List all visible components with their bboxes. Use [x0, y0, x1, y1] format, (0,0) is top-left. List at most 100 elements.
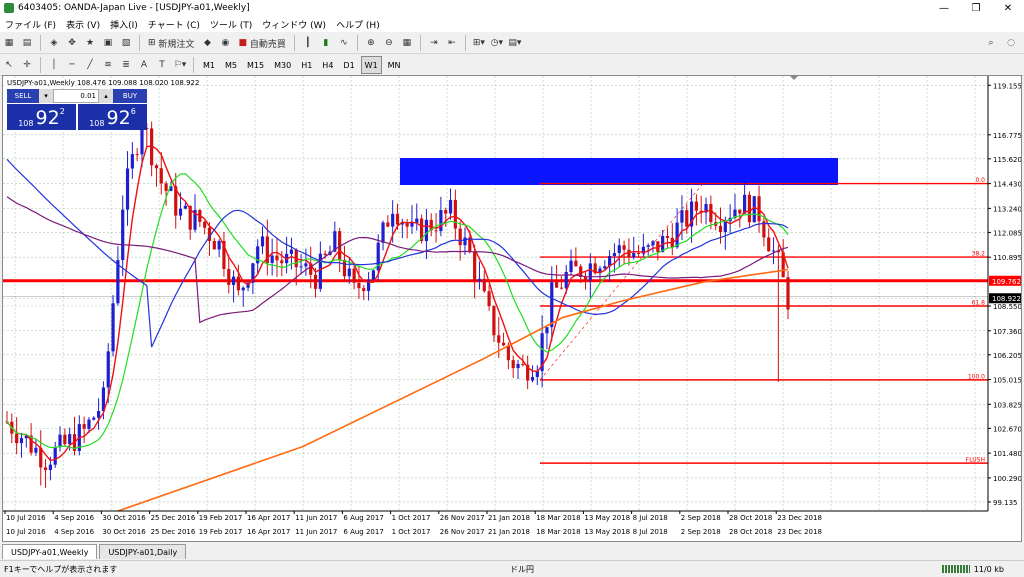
candle-body — [569, 260, 573, 273]
candle-body — [280, 260, 284, 264]
timeframe-m15[interactable]: M15 — [243, 56, 268, 74]
candle-body — [159, 168, 163, 184]
profiles-icon[interactable]: ▤ — [19, 35, 35, 51]
status-connection: 11/0 kb — [941, 565, 1004, 574]
sell-button[interactable]: SELL — [7, 89, 39, 103]
terminal-icon[interactable]: ▣ — [100, 35, 116, 51]
templates-icon[interactable]: ▤▾ — [507, 35, 523, 51]
time-label-bottom: 8 Jul 2018 — [633, 528, 668, 536]
price-label: 112.085 — [993, 229, 1021, 237]
maximize-button[interactable]: ❐ — [960, 0, 992, 16]
candle-body — [111, 303, 115, 352]
price-chart[interactable]: 119.155 116.775 115.620 114.430 113.240 112.0… — [3, 76, 1022, 541]
tab-usdjpy-daily[interactable]: USDJPY-a01,Daily — [99, 544, 187, 559]
timeframe-m30[interactable]: M30 — [270, 56, 295, 74]
label-icon[interactable]: T — [154, 57, 170, 73]
fibonacci-icon[interactable]: ≣ — [118, 57, 134, 73]
menu-chart[interactable]: チャート (C) — [143, 18, 205, 31]
price-label: 116.775 — [993, 132, 1021, 140]
timeframe-m1[interactable]: M1 — [199, 56, 219, 74]
candle-body — [487, 291, 491, 307]
chat-icon[interactable]: ◌ — [1003, 35, 1019, 51]
time-label-bottom: 23 Dec 2018 — [777, 528, 822, 536]
price-label: 107.360 — [993, 328, 1021, 336]
candle-body — [786, 277, 790, 310]
trendline-icon[interactable]: ╱ — [82, 57, 98, 73]
price-label: 113.240 — [993, 205, 1021, 213]
market-watch-icon[interactable]: ◈ — [46, 35, 62, 51]
zoom-in-icon[interactable]: ⊕ — [363, 35, 379, 51]
sell-price-box[interactable]: 108 92 2 — [7, 104, 76, 130]
timeframe-h1[interactable]: H1 — [297, 56, 316, 74]
data-window-icon[interactable]: ✥ — [64, 35, 80, 51]
minimize-button[interactable]: — — [928, 0, 960, 16]
candlestick-icon[interactable]: ▮ — [318, 35, 334, 51]
timeframe-mn[interactable]: MN — [384, 56, 405, 74]
candle-body — [241, 287, 245, 291]
crosshair-icon[interactable]: ✛ — [19, 57, 35, 73]
menu-tools[interactable]: ツール (T) — [205, 18, 257, 31]
periods-icon[interactable]: ◷▾ — [489, 35, 505, 51]
candle-body — [125, 168, 130, 210]
candle-body — [646, 245, 650, 247]
channel-icon[interactable]: ≋ — [100, 57, 116, 73]
cursor-icon[interactable]: ↖ — [1, 57, 17, 73]
chart-window[interactable]: 119.155 116.775 115.620 114.430 113.240 112.0… — [2, 75, 1022, 542]
candle-body — [106, 351, 110, 388]
candle-body — [632, 253, 636, 258]
auto-trade-button[interactable]: ■ 自動売買 — [235, 35, 288, 51]
time-label-bottom: 13 May 2018 — [584, 528, 630, 536]
bar-chart-icon[interactable]: ┃ — [300, 35, 316, 51]
tile-windows-icon[interactable]: ▦ — [399, 35, 415, 51]
vertical-line-icon[interactable]: │ — [46, 57, 62, 73]
buy-price-box[interactable]: 108 92 6 — [78, 104, 147, 130]
lot-input[interactable]: 0.01 — [53, 89, 99, 103]
timeframe-w1[interactable]: W1 — [360, 56, 382, 74]
candle-body — [347, 268, 351, 277]
time-label-top: 30 Oct 2016 — [102, 514, 146, 522]
candle-body — [68, 434, 72, 445]
menu-window[interactable]: ウィンドウ (W) — [257, 18, 331, 31]
tab-usdjpy-weekly[interactable]: USDJPY-a01,Weekly — [2, 544, 98, 559]
menu-file[interactable]: ファイル (F) — [0, 18, 61, 31]
candle-body — [434, 230, 438, 232]
candle-body — [289, 249, 294, 254]
buy-button[interactable]: BUY — [113, 89, 147, 103]
menu-insert[interactable]: 挿入(I) — [105, 18, 143, 31]
time-label-top: 13 May 2018 — [584, 514, 630, 522]
new-order-button[interactable]: ⊞ 新規注文 — [145, 35, 197, 51]
new-chart-icon[interactable]: ▦ — [1, 35, 17, 51]
zoom-out-icon[interactable]: ⊖ — [381, 35, 397, 51]
navigator-icon[interactable]: ★ — [82, 35, 98, 51]
tester-icon[interactable]: ▧ — [118, 35, 134, 51]
autoscroll-icon[interactable]: ⇥ — [426, 35, 442, 51]
shapes-icon[interactable]: ⚐▾ — [172, 57, 188, 73]
indicators-icon[interactable]: ⊞▾ — [471, 35, 487, 51]
menu-view[interactable]: 表示 (V) — [61, 18, 105, 31]
candle-body — [236, 276, 241, 291]
price-label: 101.480 — [993, 450, 1021, 458]
metaeditor-icon[interactable]: ◆ — [199, 35, 215, 51]
lot-decrease-button[interactable]: ▾ — [39, 89, 53, 103]
candle-body — [516, 363, 520, 369]
menu-help[interactable]: ヘルプ (H) — [331, 18, 385, 31]
close-button[interactable]: ✕ — [992, 0, 1024, 16]
timeframe-h4[interactable]: H4 — [318, 56, 337, 74]
chart-shift-icon[interactable]: ⇤ — [444, 35, 460, 51]
candle-body — [444, 210, 448, 214]
candle-body — [313, 274, 318, 289]
candle-body — [511, 360, 515, 369]
candle-body — [371, 270, 375, 280]
timeframe-m5[interactable]: M5 — [221, 56, 241, 74]
horizontal-line-icon[interactable]: ─ — [64, 57, 80, 73]
time-label-top: 21 Jan 2018 — [488, 514, 530, 522]
lot-increase-button[interactable]: ▴ — [99, 89, 113, 103]
time-axis: 10 Jul 2016 10 Jul 2016 4 Sep 2016 4 Sep 20… — [4, 511, 822, 536]
text-icon[interactable]: A — [136, 57, 152, 73]
menu-bar: ファイル (F) 表示 (V) 挿入(I) チャート (C) ツール (T) ウ… — [0, 16, 1024, 32]
search-icon[interactable]: ⌕ — [983, 35, 999, 51]
line-chart-icon[interactable]: ∿ — [336, 35, 352, 51]
timeframe-d1[interactable]: D1 — [339, 56, 358, 74]
signals-icon[interactable]: ◉ — [217, 35, 233, 51]
candle-body — [342, 259, 347, 277]
